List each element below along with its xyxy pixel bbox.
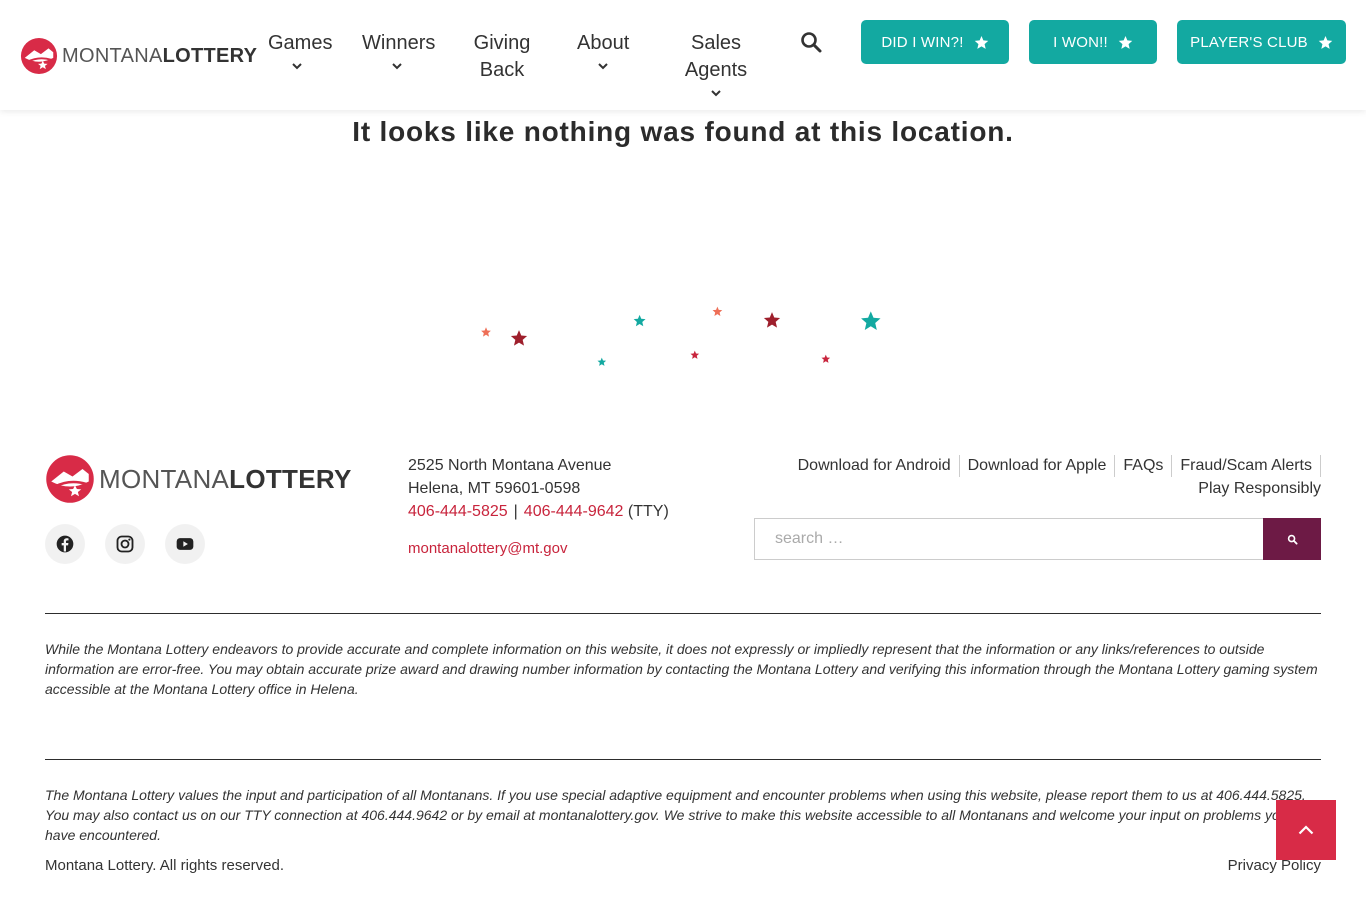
chevron-down-icon [711, 90, 721, 97]
i-won-label: I WON!! [1053, 33, 1108, 51]
download-apple-link[interactable]: Download for Apple [960, 454, 1115, 477]
nav-giving-back-label: Giving Back [473, 32, 531, 81]
site-header: MONTANALOTTERY Games Winners Giving Back… [0, 0, 1366, 110]
star-icon [1318, 35, 1333, 49]
footer-links-row: Download for Android Download for Apple … [781, 454, 1321, 477]
search-icon[interactable] [799, 30, 823, 54]
phone-separator: | [513, 503, 518, 520]
footer-search-button[interactable] [1263, 518, 1321, 560]
facebook-icon [56, 535, 74, 553]
montana-lottery-logo[interactable]: MONTANALOTTERY [20, 37, 257, 75]
footer-divider [45, 613, 1321, 614]
youtube-icon [176, 538, 194, 550]
logo-wordmark: MONTANALOTTERY [62, 37, 257, 75]
tty-phone-link[interactable]: 406-444-9642 [524, 503, 624, 520]
footer-search-form [754, 518, 1321, 560]
email-link[interactable]: montanalottery@mt.gov [408, 537, 669, 560]
footer-links: Download for Android Download for Apple … [781, 454, 1321, 500]
did-i-win-button[interactable]: DID I WIN?! [861, 20, 1009, 64]
nav-about-label: About [577, 32, 630, 54]
star-icon [1118, 35, 1133, 49]
address-line-2: Helena, MT 59601-0598 [408, 480, 581, 497]
address-line-1: 2525 North Montana Avenue [408, 457, 612, 474]
nav-sales-agents[interactable]: Sales Agents [663, 30, 769, 98]
did-i-win-label: DID I WIN?! [881, 33, 964, 51]
back-to-top-button[interactable] [1276, 800, 1336, 860]
tty-label: (TTY) [627, 503, 669, 520]
search-icon [1287, 534, 1298, 545]
footer-logo-wordmark: MONTANALOTTERY [99, 464, 352, 495]
footer-logo-text-light: MONTANA [99, 463, 230, 494]
facebook-link[interactable] [45, 524, 85, 564]
chevron-up-icon [1298, 825, 1314, 835]
youtube-link[interactable] [165, 524, 205, 564]
chevron-down-icon [392, 63, 402, 70]
phone-link[interactable]: 406-444-5825 [408, 503, 508, 520]
players-club-label: PLAYER'S CLUB [1190, 33, 1308, 51]
nav-winners-label: Winners [362, 32, 436, 54]
nav-giving-back[interactable]: Giving Back [470, 30, 534, 84]
nav-games[interactable]: Games [268, 30, 332, 71]
instagram-link[interactable] [105, 524, 145, 564]
footer-search-input[interactable] [754, 518, 1263, 560]
footer-divider [45, 759, 1321, 760]
logo-mark-icon [46, 455, 94, 503]
nav-winners[interactable]: Winners [362, 30, 436, 71]
logo-mark-icon [20, 37, 58, 75]
nav-about[interactable]: About [577, 30, 629, 71]
disclaimer-text: While the Montana Lottery endeavors to p… [45, 641, 1318, 697]
footer-logo[interactable]: MONTANALOTTERY [45, 454, 352, 504]
not-found-message: It looks like nothing was found at this … [352, 116, 1014, 147]
footer-links-row-2: Play Responsibly [781, 477, 1321, 500]
nav-sales-agents-label: Sales Agents [684, 32, 748, 81]
star-icon [481, 327, 491, 337]
play-responsibly-link[interactable]: Play Responsibly [1190, 477, 1321, 500]
instagram-icon [116, 535, 134, 553]
star-icon [974, 35, 988, 49]
fraud-scam-alerts-link[interactable]: Fraud/Scam Alerts [1172, 454, 1320, 477]
players-club-button[interactable]: PLAYER'S CLUB [1177, 20, 1346, 64]
decorative-stars [481, 306, 881, 366]
i-won-button[interactable]: I WON!! [1029, 20, 1157, 64]
nav-games-label: Games [268, 32, 333, 54]
footer-logo-text-bold: LOTTERY [229, 463, 352, 494]
download-android-link[interactable]: Download for Android [790, 454, 959, 477]
logo-text-light: MONTANA [62, 45, 163, 67]
logo-text-bold: LOTTERY [162, 45, 258, 67]
chevron-down-icon [598, 63, 608, 70]
link-divider [1320, 454, 1321, 477]
copyright-text: Montana Lottery. All rights reserved. [45, 857, 285, 874]
contact-info: 2525 North Montana Avenue Helena, MT 596… [408, 454, 669, 560]
chevron-down-icon [292, 63, 302, 70]
faqs-link[interactable]: FAQs [1115, 454, 1171, 477]
phone-line: 406-444-5825 | 406-444-9642 (TTY) [408, 500, 669, 523]
accessibility-text: The Montana Lottery values the input and… [45, 787, 1318, 843]
